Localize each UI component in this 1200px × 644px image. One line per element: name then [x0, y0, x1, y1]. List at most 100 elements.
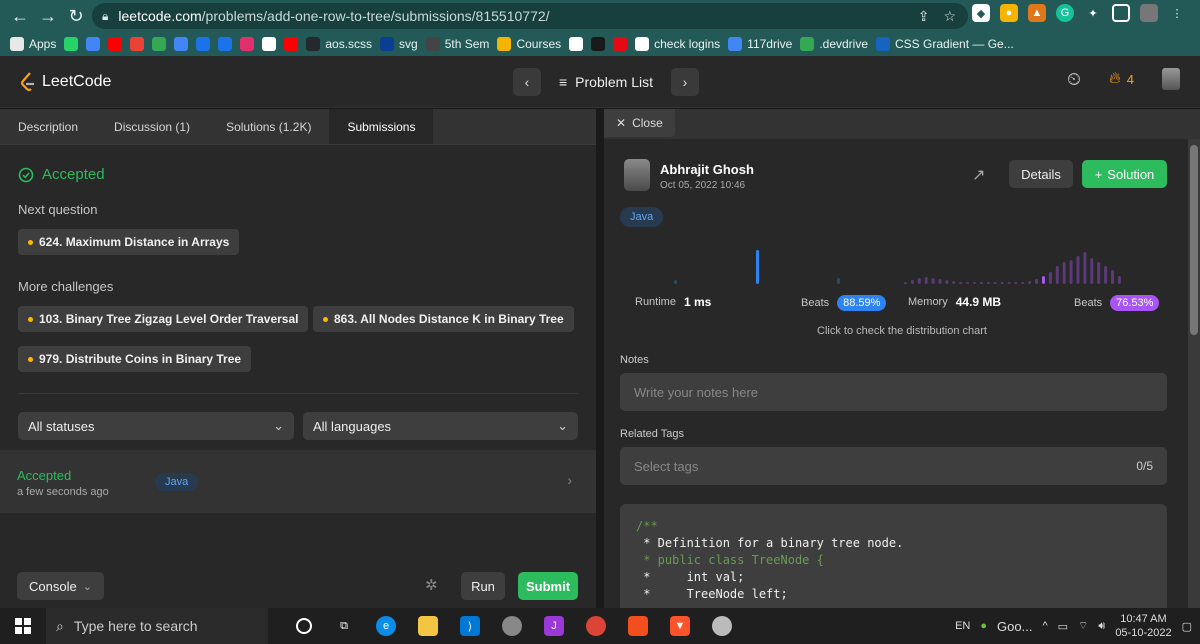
- bookmark-star-icon[interactable]: ☆: [943, 8, 956, 25]
- console-button[interactable]: Console ⌄: [17, 572, 104, 600]
- next-problem-button[interactable]: ›: [670, 68, 699, 96]
- figma-icon[interactable]: [628, 616, 648, 636]
- bookmark-item[interactable]: [284, 37, 299, 51]
- streak-counter[interactable]: 🔥︎ 4: [1109, 70, 1134, 88]
- bookmark-item[interactable]: [86, 37, 101, 51]
- menu-icon[interactable]: ⋮: [1168, 4, 1186, 22]
- share-icon[interactable]: ↗: [972, 165, 985, 185]
- panel-splitter[interactable]: [596, 109, 604, 608]
- problem-list-button[interactable]: ≡ Problem List: [549, 74, 663, 90]
- notifications-icon[interactable]: ▢: [1182, 620, 1192, 633]
- run-button[interactable]: Run: [461, 572, 505, 600]
- chrome-task-icon[interactable]: ●: [980, 620, 987, 632]
- timer-icon[interactable]: ⏲: [1067, 69, 1081, 90]
- chevron-up-icon[interactable]: ^: [1042, 620, 1047, 632]
- back-icon[interactable]: ←: [6, 2, 34, 30]
- debug-icon[interactable]: ✲: [425, 576, 438, 594]
- bookmark-item[interactable]: [569, 37, 584, 51]
- more-challenges-label: More challenges: [18, 279, 114, 294]
- language-indicator[interactable]: EN: [955, 620, 970, 632]
- status-filter-select[interactable]: All statuses ⌄: [18, 412, 294, 440]
- task-view-icon[interactable]: ⧉: [334, 616, 354, 636]
- bookmark-item[interactable]: [591, 37, 606, 51]
- challenge-chip[interactable]: 979. Distribute Coins in Binary Tree: [18, 346, 252, 372]
- share-icon[interactable]: ⇪: [918, 8, 930, 25]
- forward-icon[interactable]: →: [34, 2, 62, 30]
- tab-submissions[interactable]: Submissions: [329, 109, 434, 144]
- details-button[interactable]: Details: [1009, 160, 1073, 188]
- chrome-task-label[interactable]: Goo...: [997, 619, 1032, 634]
- file-explorer-icon[interactable]: [418, 616, 438, 636]
- metamask-icon[interactable]: ▲: [1028, 4, 1046, 22]
- chart-hint[interactable]: Click to check the distribution chart: [604, 325, 1200, 337]
- chrome-icon[interactable]: [586, 616, 606, 636]
- bookmark-item[interactable]: CSS Gradient — Ge...: [876, 37, 1014, 51]
- challenge-chip[interactable]: 103. Binary Tree Zigzag Level Order Trav…: [18, 306, 309, 332]
- reload-icon[interactable]: ↻: [62, 2, 90, 30]
- bookmark-item[interactable]: [130, 37, 145, 51]
- network-icon[interactable]: ⌔: [1078, 619, 1088, 633]
- submit-button[interactable]: Submit: [518, 572, 578, 600]
- prev-problem-button[interactable]: ‹: [513, 68, 541, 96]
- bookmark-item[interactable]: [108, 37, 123, 51]
- submission-row[interactable]: Accepted a few seconds ago Java ›: [0, 450, 596, 513]
- list-icon: ≡: [559, 74, 568, 90]
- bookmark-item[interactable]: [174, 37, 189, 51]
- user-avatar[interactable]: [1162, 68, 1180, 90]
- scrollbar-thumb[interactable]: [1190, 145, 1198, 335]
- windows-start-icon[interactable]: [0, 608, 46, 644]
- tab-description[interactable]: Description: [0, 109, 96, 144]
- next-question-chip[interactable]: 624. Maximum Distance in Arrays: [18, 229, 240, 255]
- address-bar[interactable]: 🔒︎ leetcode.com/problems/add-one-row-to-…: [92, 3, 968, 29]
- submitter-avatar: [624, 159, 650, 191]
- bookmark-item[interactable]: [196, 37, 211, 51]
- app-icon[interactable]: [712, 616, 732, 636]
- grammarly-icon[interactable]: G: [1056, 4, 1074, 22]
- bookmark-item[interactable]: [262, 37, 277, 51]
- sidepanel-icon[interactable]: [1112, 4, 1130, 22]
- edge-icon[interactable]: e: [376, 616, 396, 636]
- bookmark-item[interactable]: [240, 37, 255, 51]
- memory-stat: Memory 44.9 MB: [908, 295, 1002, 309]
- bookmark-item[interactable]: [613, 37, 628, 51]
- memory-bar: [959, 282, 963, 284]
- tags-select[interactable]: Select tags 0/5: [620, 447, 1167, 485]
- brave-icon[interactable]: ▼: [670, 616, 690, 636]
- extensions-icon[interactable]: ✦: [1084, 4, 1102, 22]
- battery-icon[interactable]: ▭: [1058, 620, 1068, 633]
- submitter-name[interactable]: Abhrajit Ghosh: [660, 162, 754, 177]
- code-block[interactable]: /** * Definition for a binary tree node.…: [620, 504, 1167, 608]
- bookmark-item[interactable]: [64, 37, 79, 51]
- bookmark-item[interactable]: aos.scss: [306, 37, 372, 51]
- scrollbar[interactable]: [1188, 139, 1200, 608]
- distribution-chart[interactable]: [604, 239, 1200, 289]
- close-button[interactable]: ✕ Close: [604, 109, 675, 137]
- bookmark-item[interactable]: [152, 37, 167, 51]
- bookmark-item[interactable]: Courses: [497, 37, 561, 51]
- bookmark-item[interactable]: Apps: [10, 37, 56, 51]
- tab-solutions[interactable]: Solutions (1.2K): [208, 109, 329, 144]
- brave-shield-icon[interactable]: ◆: [972, 4, 990, 22]
- bookmark-item[interactable]: 5th Sem: [425, 37, 489, 51]
- tab-discussion[interactable]: Discussion (1): [96, 109, 208, 144]
- language-filter-select[interactable]: All languages ⌄: [303, 412, 578, 440]
- notes-input[interactable]: Write your notes here: [620, 373, 1167, 411]
- system-clock[interactable]: 10:47 AM 05-10-2022: [1115, 612, 1171, 640]
- bookmark-item[interactable]: [218, 37, 233, 51]
- solution-button[interactable]: + Solution: [1082, 160, 1167, 188]
- taskbar-search-input[interactable]: ⌕ Type here to search: [46, 608, 268, 644]
- bookmark-item[interactable]: 117drive: [728, 37, 792, 51]
- extension-dots-icon[interactable]: ●: [1000, 4, 1018, 22]
- profile-avatar-icon[interactable]: [1140, 4, 1158, 22]
- jetbrains-icon[interactable]: J: [544, 616, 564, 636]
- volume-icon[interactable]: 🔊︎: [1098, 620, 1105, 633]
- app-icon[interactable]: [502, 616, 522, 636]
- bookmark-item[interactable]: svg: [380, 37, 418, 51]
- bookmark-item[interactable]: check logins: [635, 37, 720, 51]
- vscode-icon[interactable]: ⟩: [460, 616, 480, 636]
- leetcode-logo[interactable]: LeetCode: [20, 72, 111, 92]
- challenge-chip[interactable]: 863. All Nodes Distance K in Binary Tree: [313, 306, 574, 332]
- memory-beats: Beats 76.53%: [1074, 295, 1160, 311]
- cortana-icon[interactable]: [296, 618, 312, 634]
- bookmark-item[interactable]: .devdrive: [800, 37, 868, 51]
